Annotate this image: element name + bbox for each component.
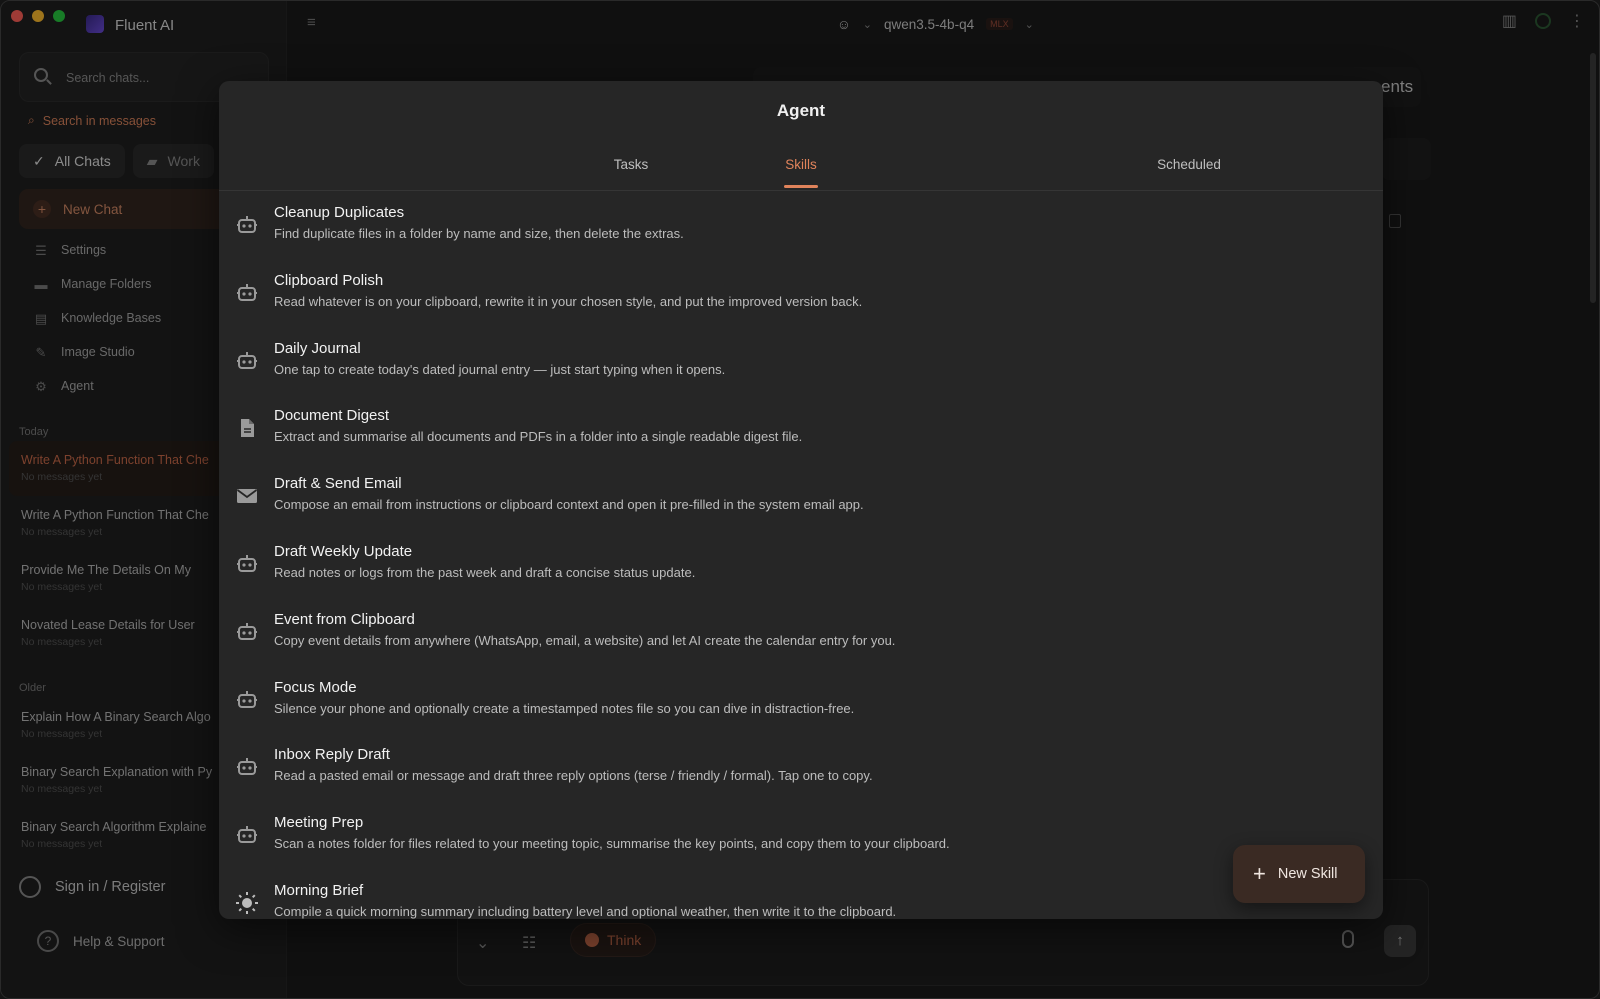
modal-title: Agent <box>776 101 826 120</box>
new-skill-label: New Skill <box>1277 866 1338 882</box>
skill-name: Focus Mode <box>274 678 357 696</box>
skill-item[interactable]: Draft Weekly Update Read notes or logs f… <box>219 531 1383 599</box>
skill-description: Find duplicate files in a folder by name… <box>274 226 684 241</box>
robot-icon <box>235 823 259 847</box>
robot-icon <box>235 281 259 305</box>
skill-name: Event from Clipboard <box>274 610 415 628</box>
tab-scheduled[interactable]: Scheduled <box>1039 157 1339 172</box>
skill-name: Cleanup Duplicates <box>274 204 405 221</box>
plus-icon: + <box>1253 861 1266 886</box>
skill-description: Silence your phone and optionally create… <box>274 700 855 716</box>
agent-modal: Agent Tasks Skills Scheduled Cleanup Dup… <box>219 81 1383 919</box>
new-skill-button[interactable]: + New Skill <box>1233 845 1365 903</box>
skill-item[interactable]: Document Digest Extract and summarise al… <box>219 395 1383 463</box>
tab-skills[interactable]: Skills <box>651 157 951 172</box>
active-tab-indicator <box>784 185 818 188</box>
envelope-icon <box>235 484 259 508</box>
robot-icon <box>235 620 259 644</box>
skill-name: Inbox Reply Draft <box>274 746 390 764</box>
skill-item[interactable]: Daily Journal One tap to create today's … <box>219 328 1383 396</box>
skill-name: Morning Brief <box>274 881 364 899</box>
skill-name: Clipboard Polish <box>274 271 384 289</box>
sun-icon <box>235 891 259 915</box>
robot-icon <box>235 688 259 712</box>
skill-description: Copy event details from anywhere (WhatsA… <box>274 632 896 648</box>
app-window: Fluent AI ⌕ Search in messages ✓ All Cha… <box>0 0 1600 999</box>
skill-name: Document Digest <box>274 407 390 425</box>
skill-description: Read a pasted email or message and draft… <box>274 768 873 784</box>
skill-description: Read notes or logs from the past week an… <box>274 564 696 580</box>
document-icon <box>235 416 259 440</box>
skill-item[interactable]: Focus Mode Silence your phone and option… <box>219 667 1383 735</box>
skill-name: Draft Weekly Update <box>274 542 413 560</box>
skill-name: Draft & Send Email <box>274 475 402 493</box>
skill-description: Compose an email from instructions or cl… <box>274 497 864 513</box>
skill-description: Read whatever is on your clipboard, rewr… <box>274 293 863 309</box>
skill-description: One tap to create today's dated journal … <box>274 361 726 377</box>
skill-name: Daily Journal <box>274 339 361 357</box>
robot-icon <box>235 755 259 779</box>
skill-item[interactable]: Clipboard Polish Read whatever is on you… <box>219 260 1383 328</box>
skill-item[interactable]: Morning Brief Compile a quick morning su… <box>219 870 1383 919</box>
skill-item[interactable]: Meeting Prep Scan a notes folder for fil… <box>219 802 1383 870</box>
skill-name: Meeting Prep <box>274 814 364 832</box>
robot-icon <box>235 552 259 576</box>
robot-icon <box>235 349 259 373</box>
skill-description: Scan a notes folder for files related to… <box>274 836 950 852</box>
robot-icon <box>235 213 259 237</box>
skill-item[interactable]: Event from Clipboard Copy event details … <box>219 599 1383 667</box>
skill-list: Cleanup Duplicates Find duplicate files … <box>219 192 1383 919</box>
skill-item[interactable]: Cleanup Duplicates Find duplicate files … <box>219 192 1383 260</box>
skill-item[interactable]: Draft & Send Email Compose an email from… <box>219 463 1383 531</box>
skill-description: Extract and summarise all documents and … <box>274 429 803 445</box>
skill-description: Compile a quick morning summary includin… <box>274 903 897 919</box>
skill-item[interactable]: Inbox Reply Draft Read a pasted email or… <box>219 734 1383 802</box>
